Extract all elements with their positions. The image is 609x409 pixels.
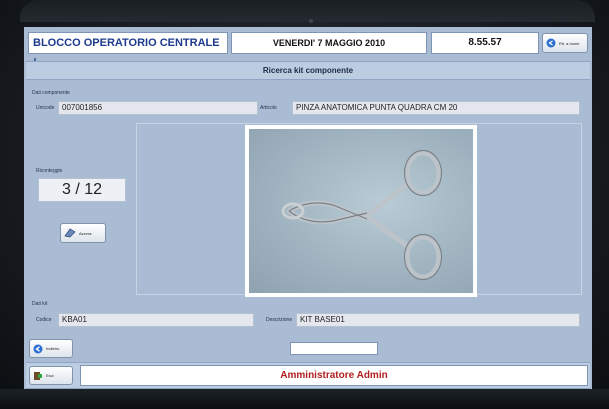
barcode-input[interactable] — [290, 342, 378, 355]
home-arrow-icon — [546, 38, 556, 48]
component-photo — [249, 129, 473, 293]
current-user: Amministratore Admin — [80, 365, 588, 386]
camera-icon — [309, 19, 313, 23]
laptop-bottom-bezel — [0, 389, 609, 409]
recount-label: Riconteggio — [36, 168, 63, 174]
laptop-bezel — [20, 0, 595, 22]
clear-button[interactable]: Azzera — [60, 223, 106, 243]
clear-label: Azzera — [79, 230, 92, 236]
articolo-field[interactable]: PINZA ANATOMICA PUNTA QUADRA CM 20 — [292, 101, 580, 115]
component-photo-frame — [245, 125, 477, 297]
unicode-field[interactable]: 007001856 — [58, 101, 258, 115]
laptop-device: BLOCCO OPERATORIO CENTRALE /... VENERDI'… — [0, 0, 609, 409]
back-arrow-icon — [33, 344, 43, 353]
date-display: VENERDI' 7 MAGGIO 2010 — [231, 32, 427, 54]
forceps-image-icon — [281, 149, 443, 281]
codice-field[interactable]: KBA01 — [58, 313, 254, 327]
exit-label: Esci — [46, 373, 54, 378]
recount-value: 3 / 12 — [38, 178, 126, 202]
exit-door-icon — [34, 371, 42, 380]
kit-section-label: Dati kit — [32, 301, 48, 307]
back-home-button[interactable]: Rit. a home — [542, 33, 588, 53]
component-section-label: Dati componente — [32, 90, 70, 96]
eraser-icon — [64, 228, 76, 238]
page-title-band: Ricerca kit componente — [26, 61, 590, 80]
department-title: BLOCCO OPERATORIO CENTRALE /... — [28, 32, 228, 69]
descrizione-field[interactable]: KIT BASE01 — [296, 313, 580, 327]
codice-label: Codice — [36, 317, 52, 323]
back-home-label: Rit. a home — [559, 40, 580, 46]
time-display: 8.55.57 — [431, 32, 539, 54]
app-screen: BLOCCO OPERATORIO CENTRALE /... VENERDI'… — [24, 27, 592, 389]
articolo-label: Articolo — [260, 105, 277, 111]
back-button[interactable]: Indietro — [29, 339, 73, 358]
unicode-label: Unicode — [36, 105, 55, 111]
descrizione-label: Descrizione — [266, 317, 293, 323]
back-label: Indietro — [46, 346, 60, 351]
exit-button[interactable]: Esci — [29, 366, 73, 385]
